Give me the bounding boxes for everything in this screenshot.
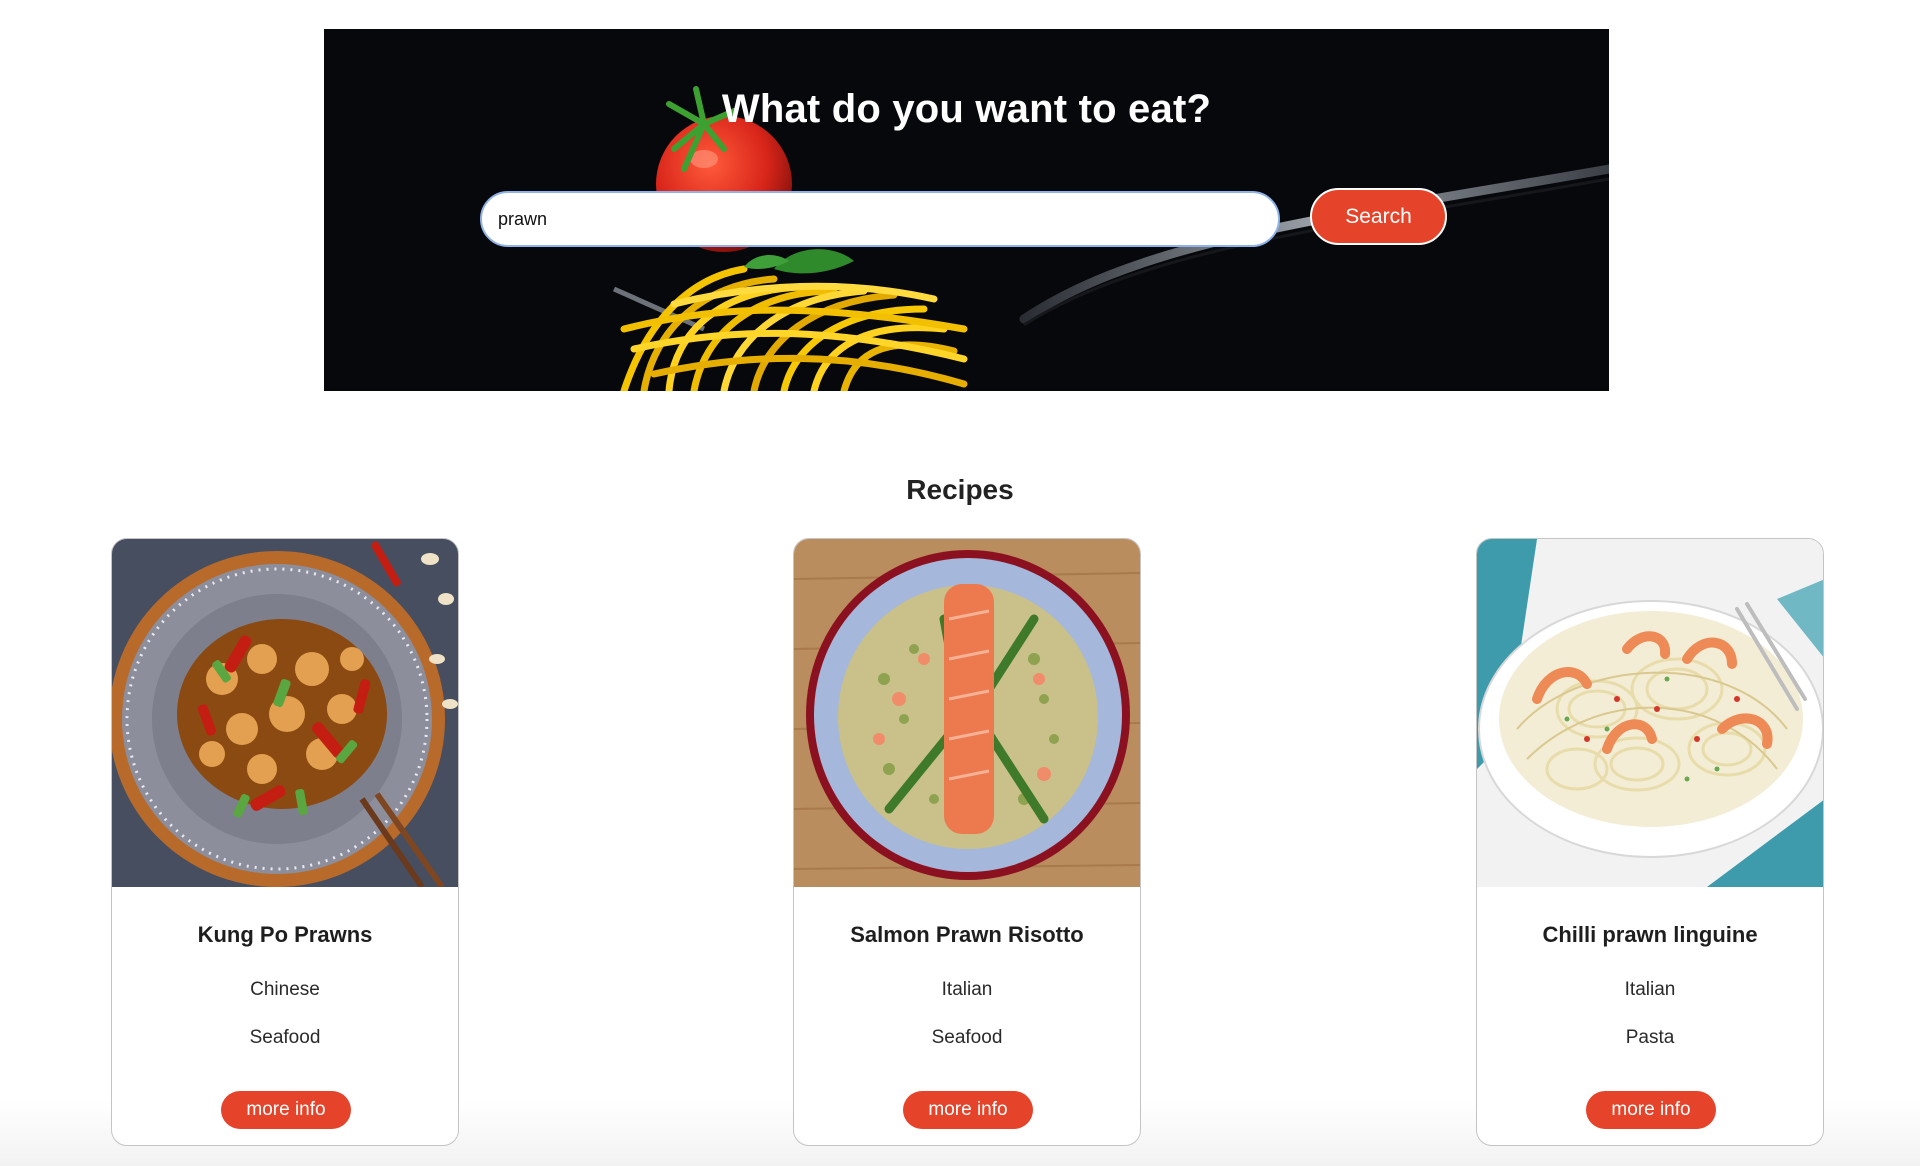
recipe-name: Chilli prawn linguine — [1542, 922, 1758, 947]
more-info-button[interactable]: more info — [221, 1091, 351, 1129]
recipes-heading: Recipes — [906, 474, 1014, 505]
recipe-name: Salmon Prawn Risotto — [850, 922, 1084, 947]
recipe-category: Pasta — [1625, 1027, 1675, 1048]
recipe-image-chilli-prawn-linguine — [1477, 539, 1823, 887]
recipe-card: Chilli prawn linguine Italian Pasta more… — [1476, 538, 1824, 1146]
recipe-card: Kung Po Prawns Chinese Seafood more info — [111, 538, 459, 1146]
search-input[interactable] — [480, 191, 1280, 247]
search-button[interactable]: Search — [1310, 188, 1447, 245]
recipe-image-salmon-prawn-risotto — [794, 539, 1140, 887]
recipe-card: Salmon Prawn Risotto Italian Seafood mor… — [793, 538, 1141, 1146]
more-info-button[interactable]: more info — [1586, 1091, 1716, 1129]
hero-banner: What do you want to eat? Search — [324, 29, 1609, 391]
more-info-button[interactable]: more info — [903, 1091, 1033, 1129]
page: What do you want to eat? Search Recipes — [0, 0, 1920, 1166]
recipe-category: Seafood — [931, 1027, 1003, 1048]
recipe-area: Italian — [1624, 979, 1676, 1000]
recipe-area: Chinese — [250, 979, 320, 1000]
recipe-image-kung-po-prawns — [112, 539, 458, 887]
recipe-name: Kung Po Prawns — [197, 922, 373, 947]
recipe-area: Italian — [941, 979, 993, 1000]
hero-title: What do you want to eat? — [721, 87, 1212, 131]
recipe-category: Seafood — [249, 1027, 321, 1048]
